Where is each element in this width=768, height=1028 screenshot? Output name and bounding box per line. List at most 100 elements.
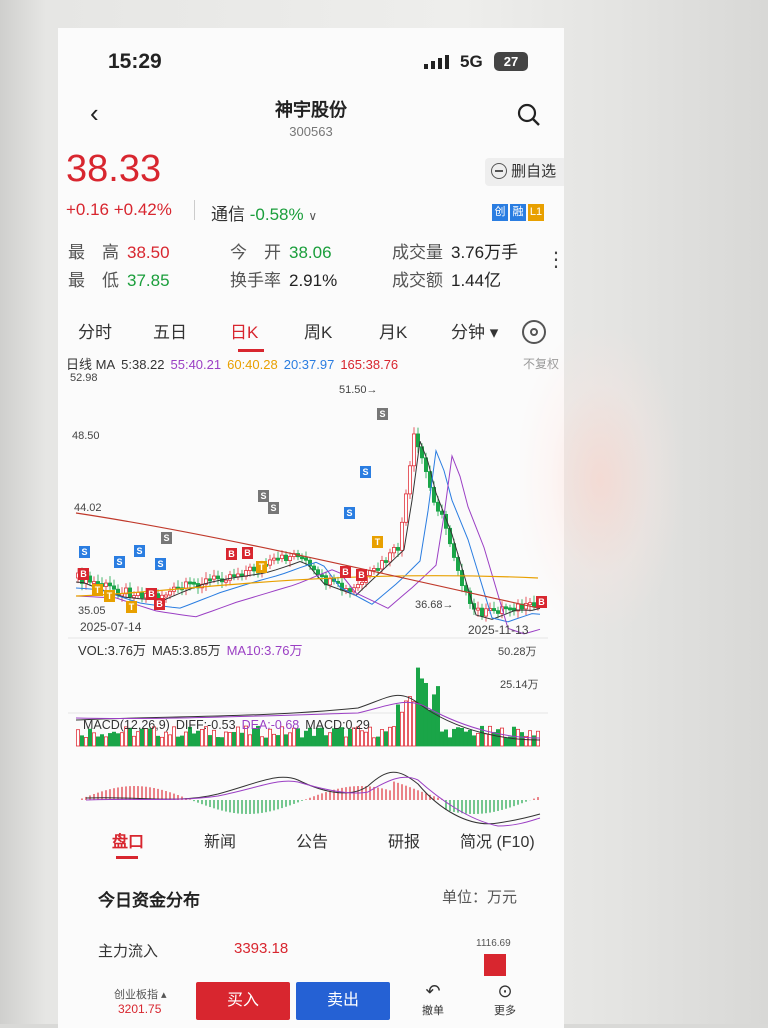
signal-b: B (226, 548, 237, 560)
macd-bar (305, 799, 306, 800)
candle-body (300, 557, 303, 559)
candle-body (400, 522, 403, 550)
candle-body (320, 575, 323, 577)
volume-bar (536, 731, 539, 746)
tab-minutes-dropdown[interactable]: 分钟 ▾ (451, 318, 498, 343)
volume-bar (80, 736, 83, 746)
candle-body (528, 603, 531, 605)
macd-bar (417, 790, 418, 800)
kline-chart[interactable] (58, 368, 564, 828)
volume-bar (96, 737, 99, 746)
fund-flow-title: 今日资金分布 (98, 886, 200, 911)
macd-bar (217, 800, 218, 810)
volume-bar (264, 738, 267, 746)
candle-body (188, 582, 191, 584)
macd-bar (265, 800, 266, 812)
macd-bar (317, 795, 318, 800)
volume-bar (428, 710, 431, 746)
signal-icon (424, 55, 452, 69)
volume-bar (384, 732, 387, 746)
stock-badges: 创融L1 (492, 202, 546, 221)
tab-monthly-k[interactable]: 月K (379, 318, 407, 343)
cancel-order-button[interactable]: ↶ 撤单 (418, 980, 448, 1018)
volume-bar (456, 728, 459, 746)
signal-s: S (344, 507, 355, 519)
signal-s: S (134, 545, 145, 557)
volume-bar (108, 733, 111, 746)
volume-bar (228, 733, 231, 746)
stat-high-value: 38.50 (127, 243, 170, 262)
macd-bar (309, 798, 310, 800)
macd-bar (473, 800, 474, 814)
search-icon[interactable] (516, 102, 542, 128)
signal-b: B (78, 568, 89, 580)
volume-bar (168, 735, 171, 746)
end-date: 2025-11-13 (468, 623, 529, 637)
macd-bar (413, 789, 414, 800)
macd-bar (213, 800, 214, 808)
volume-bar (212, 730, 215, 746)
macd-bar (97, 793, 98, 800)
macd-bar (109, 789, 110, 800)
macd-bar (509, 800, 510, 808)
volume-bar (176, 737, 179, 746)
tab-daily-k[interactable]: 日K (230, 318, 258, 343)
stat-low-value: 37.85 (127, 271, 170, 290)
trade-footer: 创业板指 ▴ 3201.75 买入 卖出 ↶ 撤单 ⊙ 更多 (58, 978, 564, 1028)
tab-minute[interactable]: 分时 (78, 318, 112, 343)
signal-t: T (92, 584, 103, 596)
more-vertical-icon[interactable]: ⋮ (546, 256, 564, 264)
volume-bar (504, 738, 507, 746)
tab-orderbook[interactable]: 盘口 (112, 828, 144, 852)
more-button[interactable]: ⊙ 更多 (490, 980, 520, 1018)
volume-bar (460, 728, 463, 746)
candle-body (268, 560, 271, 565)
macd-bar (421, 792, 422, 800)
candle-body (272, 558, 275, 560)
status-time: 15:29 (108, 50, 162, 74)
settings-icon[interactable] (522, 320, 546, 344)
volume-bar (184, 732, 187, 746)
macd-bar (381, 788, 382, 800)
status-bar: 15:29 5G 27 (58, 46, 564, 76)
signal-s: S (258, 490, 269, 502)
volume-bar (420, 679, 423, 746)
tab-weekly-k[interactable]: 周K (304, 318, 332, 343)
battery-icon: 27 (494, 52, 528, 71)
tab-f10[interactable]: 简况 (F10) (460, 828, 535, 852)
candle-body (132, 596, 135, 598)
candle-body (392, 547, 395, 552)
tab-announcements[interactable]: 公告 (296, 828, 328, 852)
volume-bar (284, 735, 287, 746)
signal-s: S (114, 556, 125, 568)
signal-t: T (126, 601, 137, 613)
bottom-tabs: 盘口 新闻 公告 研报 简况 (F10) (58, 828, 564, 864)
macd-bar (469, 800, 470, 814)
tab-research[interactable]: 研报 (388, 828, 420, 852)
macd-bar (273, 800, 274, 810)
volume-bar (492, 732, 495, 746)
macd-bar (461, 800, 462, 813)
macd-value: MACD:0.29 (305, 718, 370, 732)
volume-bar (344, 737, 347, 746)
buy-button[interactable]: 买入 (196, 982, 290, 1020)
sell-button[interactable]: 卖出 (296, 982, 390, 1020)
stat-volume-value: 3.76万手 (451, 243, 518, 262)
sector-index[interactable]: 通信 -0.58% ∨ (211, 200, 317, 225)
candle-body (396, 547, 399, 550)
remove-watchlist-button[interactable]: 删自选 (485, 158, 564, 186)
tab-five-day[interactable]: 五日 (153, 318, 187, 343)
candle-body (212, 576, 215, 579)
stat-turnover-value: 2.91% (289, 271, 337, 290)
market-index-label[interactable]: 创业板指 ▴ (114, 986, 167, 1002)
macd-bar (385, 789, 386, 800)
macd-bar (365, 786, 366, 800)
macd-bar (329, 791, 330, 800)
macd-bar (293, 800, 294, 804)
signal-s: S (360, 466, 371, 478)
macd-bar (269, 800, 270, 811)
volume-bar (276, 735, 279, 746)
vol-ma5: MA5:3.85万 (152, 643, 221, 658)
tab-news[interactable]: 新闻 (204, 828, 236, 852)
signal-s: S (155, 558, 166, 570)
